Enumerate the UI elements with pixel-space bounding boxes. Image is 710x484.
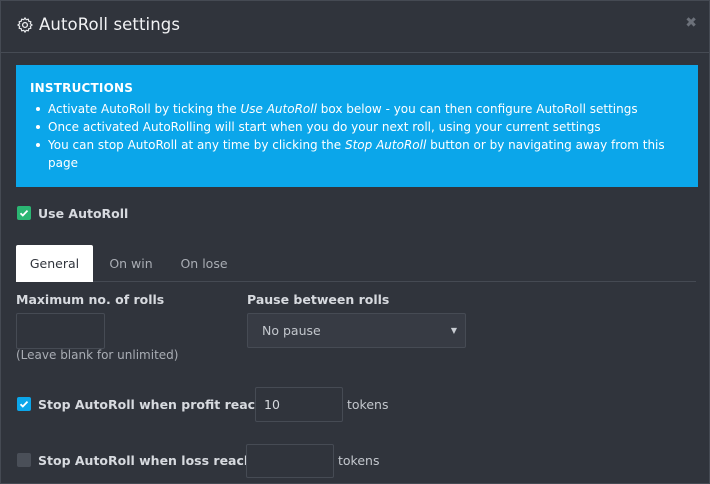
checkmark-icon xyxy=(19,400,29,408)
stop-profit-checkbox[interactable] xyxy=(17,397,31,411)
checkmark-icon xyxy=(19,209,29,217)
instruction-item: Once activated AutoRolling will start wh… xyxy=(30,118,684,136)
close-icon[interactable]: ✖ xyxy=(685,15,697,31)
use-autoroll-label: Use AutoRoll xyxy=(38,206,129,221)
stop-loss-unit: tokens xyxy=(338,453,380,468)
modal-header: AutoRoll settings ✖ xyxy=(1,1,709,53)
pause-selected-value: No pause xyxy=(262,323,321,338)
stop-profit-label: Stop AutoRoll when profit reaches xyxy=(38,397,280,412)
stop-loss-input[interactable] xyxy=(246,444,334,478)
instructions-list: Activate AutoRoll by ticking the Use Aut… xyxy=(30,100,684,172)
stop-loss-label: Stop AutoRoll when loss reaches xyxy=(38,453,269,468)
instruction-item: You can stop AutoRoll at any time by cli… xyxy=(30,136,684,172)
tab-on-lose[interactable]: On lose xyxy=(169,245,239,282)
settings-tabs: General On win On lose xyxy=(16,245,696,282)
instructions-panel: INSTRUCTIONS Activate AutoRoll by tickin… xyxy=(16,65,698,187)
pause-select[interactable]: No pause ▼ xyxy=(247,313,466,348)
instructions-title: INSTRUCTIONS xyxy=(30,81,134,95)
tab-on-win[interactable]: On win xyxy=(98,245,164,282)
stop-loss-checkbox[interactable] xyxy=(17,453,31,467)
max-rolls-label: Maximum no. of rolls xyxy=(16,292,165,307)
max-rolls-input[interactable] xyxy=(16,313,105,349)
instruction-item: Activate AutoRoll by ticking the Use Aut… xyxy=(30,100,684,118)
use-autoroll-checkbox[interactable] xyxy=(17,206,31,220)
tab-general[interactable]: General xyxy=(16,245,93,282)
max-rolls-hint: (Leave blank for unlimited) xyxy=(16,348,179,362)
chevron-down-icon: ▼ xyxy=(450,326,457,335)
modal-title: AutoRoll settings xyxy=(39,15,181,34)
autoroll-settings-modal: AutoRoll settings ✖ INSTRUCTIONS Activat… xyxy=(0,0,710,484)
stop-profit-unit: tokens xyxy=(347,397,389,412)
gear-icon xyxy=(17,17,33,33)
pause-label: Pause between rolls xyxy=(247,292,390,307)
stop-profit-input[interactable] xyxy=(255,387,343,422)
